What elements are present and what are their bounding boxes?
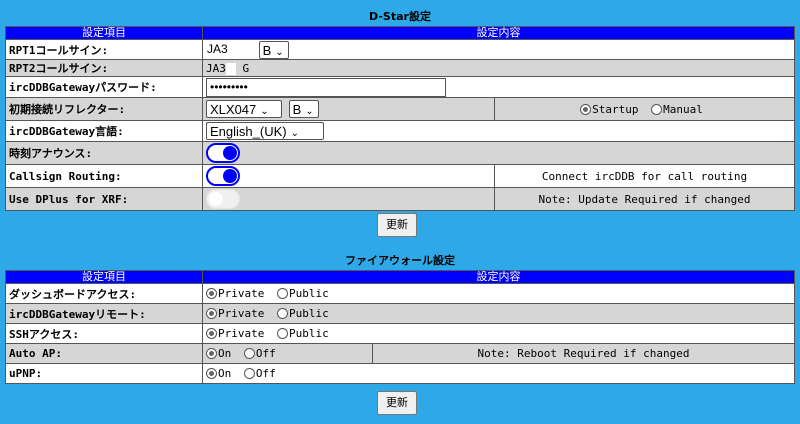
column-header-item: 設定項目 (5, 26, 203, 40)
rpt2-label: RPT2コールサイン: (5, 59, 203, 77)
chevron-down-icon: ⌄ (290, 128, 299, 139)
time-announce-value (202, 141, 795, 165)
language-label: ircDDBGateway言語: (5, 120, 203, 142)
auto-ap-label: Auto AP: (5, 343, 203, 364)
chevron-down-icon: ⌄ (275, 46, 284, 58)
firewall-apply-button[interactable]: 更新 (377, 391, 417, 415)
time-announce-label: 時刻アナウンス: (5, 141, 203, 165)
dashboard-value: Private Public (202, 283, 795, 304)
rpt1-value: JA3 B ⌄ (202, 39, 795, 60)
rpt1-callsign-input[interactable]: JA3 (206, 40, 252, 59)
ssh-private-radio[interactable] (206, 328, 217, 340)
dashboard-public-label: Public (288, 287, 329, 301)
dstar-section-title: D-Star設定 (369, 10, 431, 23)
ircddb-remote-private-radio[interactable] (206, 308, 217, 320)
auto-ap-off-label: Off (255, 347, 276, 361)
auto-ap-note: Note: Reboot Required if changed (372, 343, 795, 364)
chevron-down-icon: ⌄ (260, 106, 269, 117)
rpt2-suffix: G (242, 61, 250, 75)
callsign-routing-toggle[interactable] (206, 166, 240, 186)
ircddb-remote-private-label: Private (218, 307, 265, 321)
dstar-settings-table: 設定項目 設定内容 RPT1コールサイン: JA3 B ⌄ RPT2コールサイン:… (5, 26, 795, 211)
auto-ap-value: On Off (202, 343, 373, 364)
rpt2-callsign: JA3 (206, 61, 226, 75)
dplus-toggle[interactable] (206, 189, 240, 209)
ssh-private-label: Private (218, 327, 265, 341)
chevron-down-icon: ⌄ (305, 106, 314, 117)
firewall-settings-table: 設定項目 設定内容 ダッシュボードアクセス: Private Public ir… (5, 270, 795, 384)
ssh-public-label: Public (288, 327, 329, 341)
column-header-value: 設定内容 (202, 270, 795, 284)
upnp-on-radio[interactable] (206, 368, 217, 380)
rpt2-value: JA3 G (202, 59, 795, 77)
ssh-public-radio[interactable] (276, 328, 288, 340)
callsign-routing-value (202, 164, 495, 188)
startup-label: Startup (592, 102, 639, 116)
ircddb-remote-public-label: Public (288, 307, 329, 321)
dplus-label: Use DPlus for XRF: (5, 187, 203, 211)
dashboard-public-radio[interactable] (276, 288, 288, 300)
reflector-module-select[interactable]: B ⌄ (288, 100, 319, 118)
callsign-routing-note: Connect ircDDB for call routing (494, 164, 795, 188)
reflector-value: XLX047 ⌄ B ⌄ (202, 97, 495, 121)
password-input[interactable]: ••••••••• (206, 77, 446, 97)
rpt1-module-select[interactable]: B ⌄ (258, 40, 289, 59)
reflector-select[interactable]: XLX047 ⌄ (206, 100, 282, 118)
firewall-section-title: ファイアウォール設定 (345, 254, 455, 267)
auto-ap-on-radio[interactable] (206, 348, 217, 360)
column-header-value: 設定内容 (202, 26, 795, 40)
manual-label: Manual (663, 102, 703, 116)
rpt1-label: RPT1コールサイン: (5, 39, 203, 60)
password-label: ircDDBGatewayパスワード: (5, 76, 203, 98)
upnp-on-label: On (218, 367, 232, 381)
time-announce-toggle[interactable] (206, 143, 240, 163)
auto-ap-on-label: On (218, 347, 232, 361)
dashboard-private-radio[interactable] (206, 288, 217, 300)
reflector-label: 初期接続リフレクター: (5, 97, 203, 121)
ircddb-remote-public-radio[interactable] (276, 308, 288, 320)
dashboard-private-label: Private (218, 287, 265, 301)
dstar-apply-button[interactable]: 更新 (377, 213, 417, 237)
language-value: English_(UK) ⌄ (202, 120, 795, 142)
startup-radio[interactable] (580, 103, 592, 115)
reflector-mode: Startup Manual (494, 97, 795, 121)
column-header-item: 設定項目 (5, 270, 203, 284)
upnp-off-label: Off (255, 367, 276, 381)
callsign-routing-label: Callsign Routing: (5, 164, 203, 188)
auto-ap-off-radio[interactable] (243, 348, 255, 360)
ircddb-remote-value: Private Public (202, 303, 795, 324)
upnp-value: On Off (202, 363, 795, 384)
upnp-label: uPNP: (5, 363, 203, 384)
ircddb-remote-label: ircDDBGatewayリモート: (5, 303, 203, 324)
manual-radio[interactable] (651, 103, 663, 115)
language-select[interactable]: English_(UK) ⌄ (206, 122, 324, 140)
dplus-value (202, 187, 495, 211)
upnp-off-radio[interactable] (243, 368, 255, 380)
ssh-value: Private Public (202, 323, 795, 344)
dplus-note: Note: Update Required if changed (494, 187, 795, 211)
ssh-label: SSHアクセス: (5, 323, 203, 344)
dashboard-label: ダッシュボードアクセス: (5, 283, 203, 304)
password-value: ••••••••• (202, 76, 795, 98)
